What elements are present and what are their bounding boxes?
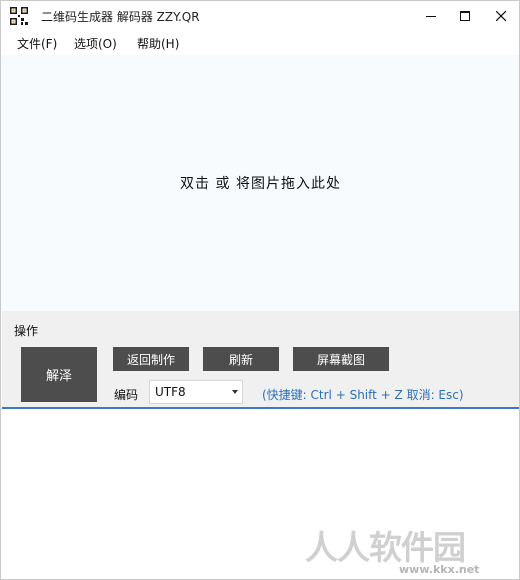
operations-label: 操作 — [14, 324, 39, 338]
minimize-button[interactable] — [413, 1, 449, 31]
image-drop-area[interactable]: 双击 或 将图片拖入此处 — [2, 55, 519, 311]
window-title: 二维码生成器 解码器 ZZY.QR — [41, 10, 200, 24]
menu-options[interactable]: 选项(O) — [74, 35, 117, 52]
watermark-url: www.kkx.net — [399, 563, 480, 576]
app-window: 二维码生成器 解码器 ZZY.QR 文件(F) 选项(O) 帮助(H) 双击 或… — [0, 0, 520, 580]
shortcut-hint: (快捷键: Ctrl + Shift + Z 取消: Esc) — [262, 388, 464, 402]
maximize-button[interactable] — [447, 1, 483, 31]
close-icon — [496, 11, 506, 21]
qr-code-icon — [9, 6, 29, 26]
back-to-create-button[interactable]: 返回制作 — [113, 347, 189, 371]
minimize-icon — [426, 16, 436, 17]
encoding-select[interactable]: UTF8 — [149, 380, 243, 404]
menu-help[interactable]: 帮助(H) — [137, 35, 179, 52]
encoding-label: 编码 — [114, 388, 139, 402]
watermark-text: 人人软件园 — [305, 528, 466, 567]
maximize-icon — [460, 11, 470, 21]
dropdown-arrow-icon — [232, 390, 238, 394]
decode-button[interactable]: 解泽 — [21, 347, 97, 402]
title-bar[interactable]: 二维码生成器 解码器 ZZY.QR — [1, 1, 519, 31]
close-button[interactable] — [483, 1, 519, 31]
menu-file[interactable]: 文件(F) — [17, 35, 57, 52]
drop-hint-text: 双击 或 将图片拖入此处 — [180, 176, 341, 192]
refresh-button[interactable]: 刷新 — [203, 347, 279, 371]
encoding-value: UTF8 — [155, 385, 186, 399]
menu-bar: 文件(F) 选项(O) 帮助(H) — [1, 32, 519, 54]
operations-panel: 操作 解泽 返回制作 刷新 屏幕截图 编码 UTF8 (快捷键: Ctrl + … — [2, 311, 519, 407]
screen-capture-button[interactable]: 屏幕截图 — [293, 347, 389, 371]
watermark: 人人软件园 www.kkx.net — [299, 519, 519, 579]
